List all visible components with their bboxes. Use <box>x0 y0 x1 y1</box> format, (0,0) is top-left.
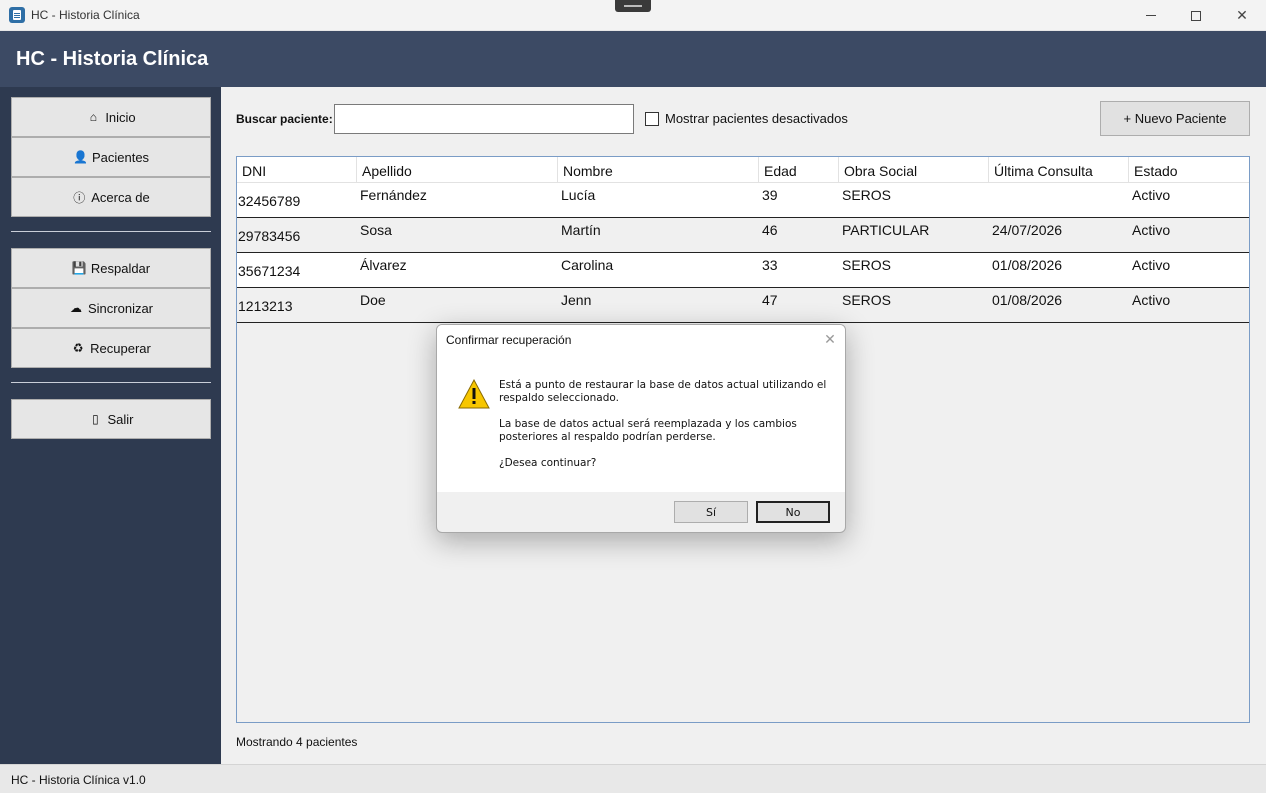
cell-obra-social: SEROS <box>842 292 892 308</box>
sidebar-item-label: Salir <box>107 411 134 427</box>
show-inactive-toggle[interactable]: Mostrar pacientes desactivados <box>645 111 848 126</box>
version-label: HC - Historia Clínica v1.0 <box>11 773 146 787</box>
dialog-message-line: posteriores al respaldo podrían perderse… <box>499 431 716 443</box>
column-header-ultima-consulta[interactable]: Última Consulta <box>989 157 1129 183</box>
dialog-body: Está a punto de restaurar la base de dat… <box>437 355 845 492</box>
cell-apellido: Fernández <box>360 187 427 203</box>
dialog-message-line: La base de datos actual será reemplazada… <box>499 418 797 430</box>
table-row[interactable]: 32456789 Fernández Lucía 39 SEROS Activo <box>237 183 1249 218</box>
sidebar-item-label: Inicio <box>105 109 136 125</box>
sidebar-item-pacientes[interactable]: 👤 Pacientes <box>11 137 211 177</box>
close-window-button[interactable]: ✕ <box>1219 0 1265 31</box>
cell-dni: 35671234 <box>238 263 301 279</box>
sidebar-divider <box>11 231 211 232</box>
confirm-restore-dialog: Confirmar recuperación ✕ Está a punto de… <box>436 324 846 533</box>
dialog-title: Confirmar recuperación <box>446 333 572 347</box>
cell-nombre: Carolina <box>561 257 614 273</box>
app-title: HC - Historia Clínica <box>16 48 209 70</box>
sidebar-item-salir[interactable]: ▯ Salir <box>11 399 211 439</box>
show-inactive-checkbox[interactable] <box>645 111 659 126</box>
minimize-button[interactable] <box>1128 0 1174 31</box>
sidebar-item-label: Respaldar <box>90 260 151 276</box>
table-row[interactable]: 29783456 Sosa Martín 46 PARTICULAR 24/07… <box>237 218 1249 253</box>
sidebar-item-inicio[interactable]: ⌂ Inicio <box>11 97 211 137</box>
warning-icon <box>458 379 490 409</box>
patient-count: Mostrando 4 pacientes <box>236 735 358 749</box>
cell-nombre: Martín <box>561 222 601 238</box>
cloud-icon: ☁ <box>69 301 82 315</box>
window-titlebar[interactable]: HC - Historia Clínica ✕ <box>0 0 1266 31</box>
show-inactive-label: Mostrar pacientes desactivados <box>665 111 848 126</box>
minimize-icon <box>1146 15 1156 16</box>
yes-button[interactable]: Sí <box>674 501 748 523</box>
cell-apellido: Álvarez <box>360 257 407 273</box>
column-header-apellido[interactable]: Apellido <box>357 157 558 183</box>
cell-edad: 46 <box>762 222 778 238</box>
column-header-edad[interactable]: Edad <box>759 157 839 183</box>
column-header-obra-social[interactable]: Obra Social <box>839 157 989 183</box>
cell-obra-social: PARTICULAR <box>842 222 930 238</box>
sidebar-item-respaldar[interactable]: 💾 Respaldar <box>11 248 211 288</box>
column-header-estado[interactable]: Estado <box>1129 157 1249 183</box>
table-row[interactable]: 1213213 Doe Jenn 47 SEROS 01/08/2026 Act… <box>237 288 1249 323</box>
new-patient-button[interactable]: + Nuevo Paciente <box>1100 101 1250 136</box>
search-input[interactable] <box>334 104 634 134</box>
dialog-message-line: respaldo seleccionado. <box>499 392 619 404</box>
dialog-message-line: Está a punto de restaurar la base de dat… <box>499 379 827 391</box>
cell-dni: 32456789 <box>238 193 301 209</box>
dialog-titlebar[interactable]: Confirmar recuperación ✕ <box>437 325 845 355</box>
cell-nombre: Lucía <box>561 187 596 203</box>
table-row[interactable]: 35671234 Álvarez Carolina 33 SEROS 01/08… <box>237 253 1249 288</box>
maximize-icon <box>1191 10 1201 21</box>
recycle-icon: ♻ <box>72 341 84 355</box>
cell-estado: Activo <box>1132 257 1171 273</box>
cell-dni: 29783456 <box>238 228 301 244</box>
info-icon: ⓘ <box>73 190 86 205</box>
close-icon[interactable]: ✕ <box>821 330 839 348</box>
cell-obra-social: SEROS <box>842 257 892 273</box>
cell-ultima-consulta: 01/08/2026 <box>992 257 1063 273</box>
sidebar: ⌂ Inicio 👤 Pacientes ⓘ Acerca de 💾 Respa… <box>0 87 221 764</box>
app-header: HC - Historia Clínica <box>0 31 1266 87</box>
user-icon: 👤 <box>72 150 88 164</box>
cell-edad: 33 <box>762 257 778 273</box>
sidebar-item-label: Sincronizar <box>87 300 154 316</box>
save-icon: 💾 <box>71 261 87 275</box>
sidebar-item-sincronizar[interactable]: ☁ Sincronizar <box>11 288 211 328</box>
snap-layout-handle[interactable] <box>615 0 651 12</box>
home-icon: ⌂ <box>89 110 97 124</box>
sidebar-item-label: Recuperar <box>90 340 151 356</box>
column-header-nombre[interactable]: Nombre <box>558 157 759 183</box>
door-icon: ▯ <box>92 412 99 426</box>
close-icon: ✕ <box>1236 7 1248 23</box>
cell-apellido: Sosa <box>360 222 392 238</box>
cell-estado: Activo <box>1132 292 1171 308</box>
cell-edad: 39 <box>762 187 778 203</box>
dialog-question: ¿Desea continuar? <box>499 457 597 469</box>
cell-dni: 1213213 <box>238 298 293 314</box>
no-button[interactable]: No <box>756 501 830 523</box>
cell-ultima-consulta: 24/07/2026 <box>992 222 1063 238</box>
column-header-dni[interactable]: DNI <box>237 157 357 183</box>
sidebar-item-label: Pacientes <box>91 149 150 165</box>
cell-estado: Activo <box>1132 222 1171 238</box>
search-label: Buscar paciente: <box>236 112 333 126</box>
cell-estado: Activo <box>1132 187 1171 203</box>
cell-nombre: Jenn <box>561 292 592 308</box>
table-header: DNI Apellido Nombre Edad Obra Social Últ… <box>237 157 1249 183</box>
sidebar-item-label: Acerca de <box>91 189 150 205</box>
sidebar-item-acerca-de[interactable]: ⓘ Acerca de <box>11 177 211 217</box>
maximize-button[interactable] <box>1173 0 1219 31</box>
status-bar: HC - Historia Clínica v1.0 <box>0 764 1266 793</box>
sidebar-item-recuperar[interactable]: ♻ Recuperar <box>11 328 211 368</box>
cell-obra-social: SEROS <box>842 187 892 203</box>
cell-ultima-consulta: 01/08/2026 <box>992 292 1063 308</box>
app-icon <box>9 7 25 23</box>
sidebar-divider <box>11 382 211 383</box>
cell-edad: 47 <box>762 292 778 308</box>
cell-apellido: Doe <box>360 292 386 308</box>
window-title: HC - Historia Clínica <box>31 8 140 22</box>
